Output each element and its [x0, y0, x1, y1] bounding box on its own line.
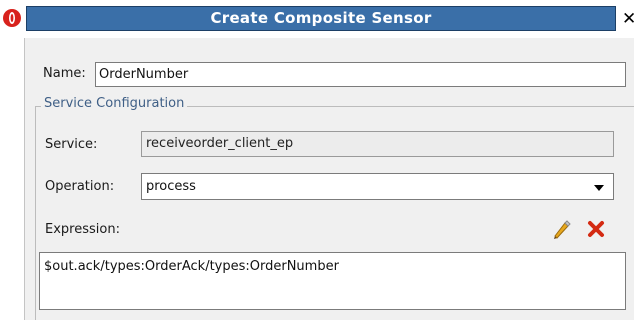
dialog-body: Name: OrderNumber Service Configuration …: [24, 38, 634, 320]
expression-textarea[interactable]: $out.ack/types:OrderAck/types:OrderNumbe…: [39, 252, 626, 310]
oracle-logo-icon: [3, 9, 21, 27]
title-bar: Create Composite Sensor ✕: [0, 0, 634, 38]
expression-label: Expression:: [45, 222, 120, 237]
close-icon[interactable]: ✕: [622, 9, 634, 29]
dialog-title: Create Composite Sensor: [210, 9, 432, 27]
name-label: Name:: [43, 66, 86, 81]
service-field: receiveorder_client_ep: [141, 131, 614, 157]
name-input[interactable]: OrderNumber: [95, 62, 626, 87]
service-label: Service:: [45, 137, 98, 152]
title-frame: Create Composite Sensor: [26, 6, 616, 31]
operation-select[interactable]: process: [141, 173, 614, 200]
operation-label: Operation:: [45, 179, 115, 194]
chevron-down-icon[interactable]: [594, 185, 604, 191]
red-x-icon[interactable]: [585, 218, 607, 240]
create-composite-sensor-dialog: Create Composite Sensor ✕ Name: OrderNum…: [0, 0, 634, 320]
pencil-icon[interactable]: [550, 218, 572, 240]
operation-selected-value: process: [146, 179, 196, 194]
service-configuration-legend: Service Configuration: [41, 96, 188, 111]
